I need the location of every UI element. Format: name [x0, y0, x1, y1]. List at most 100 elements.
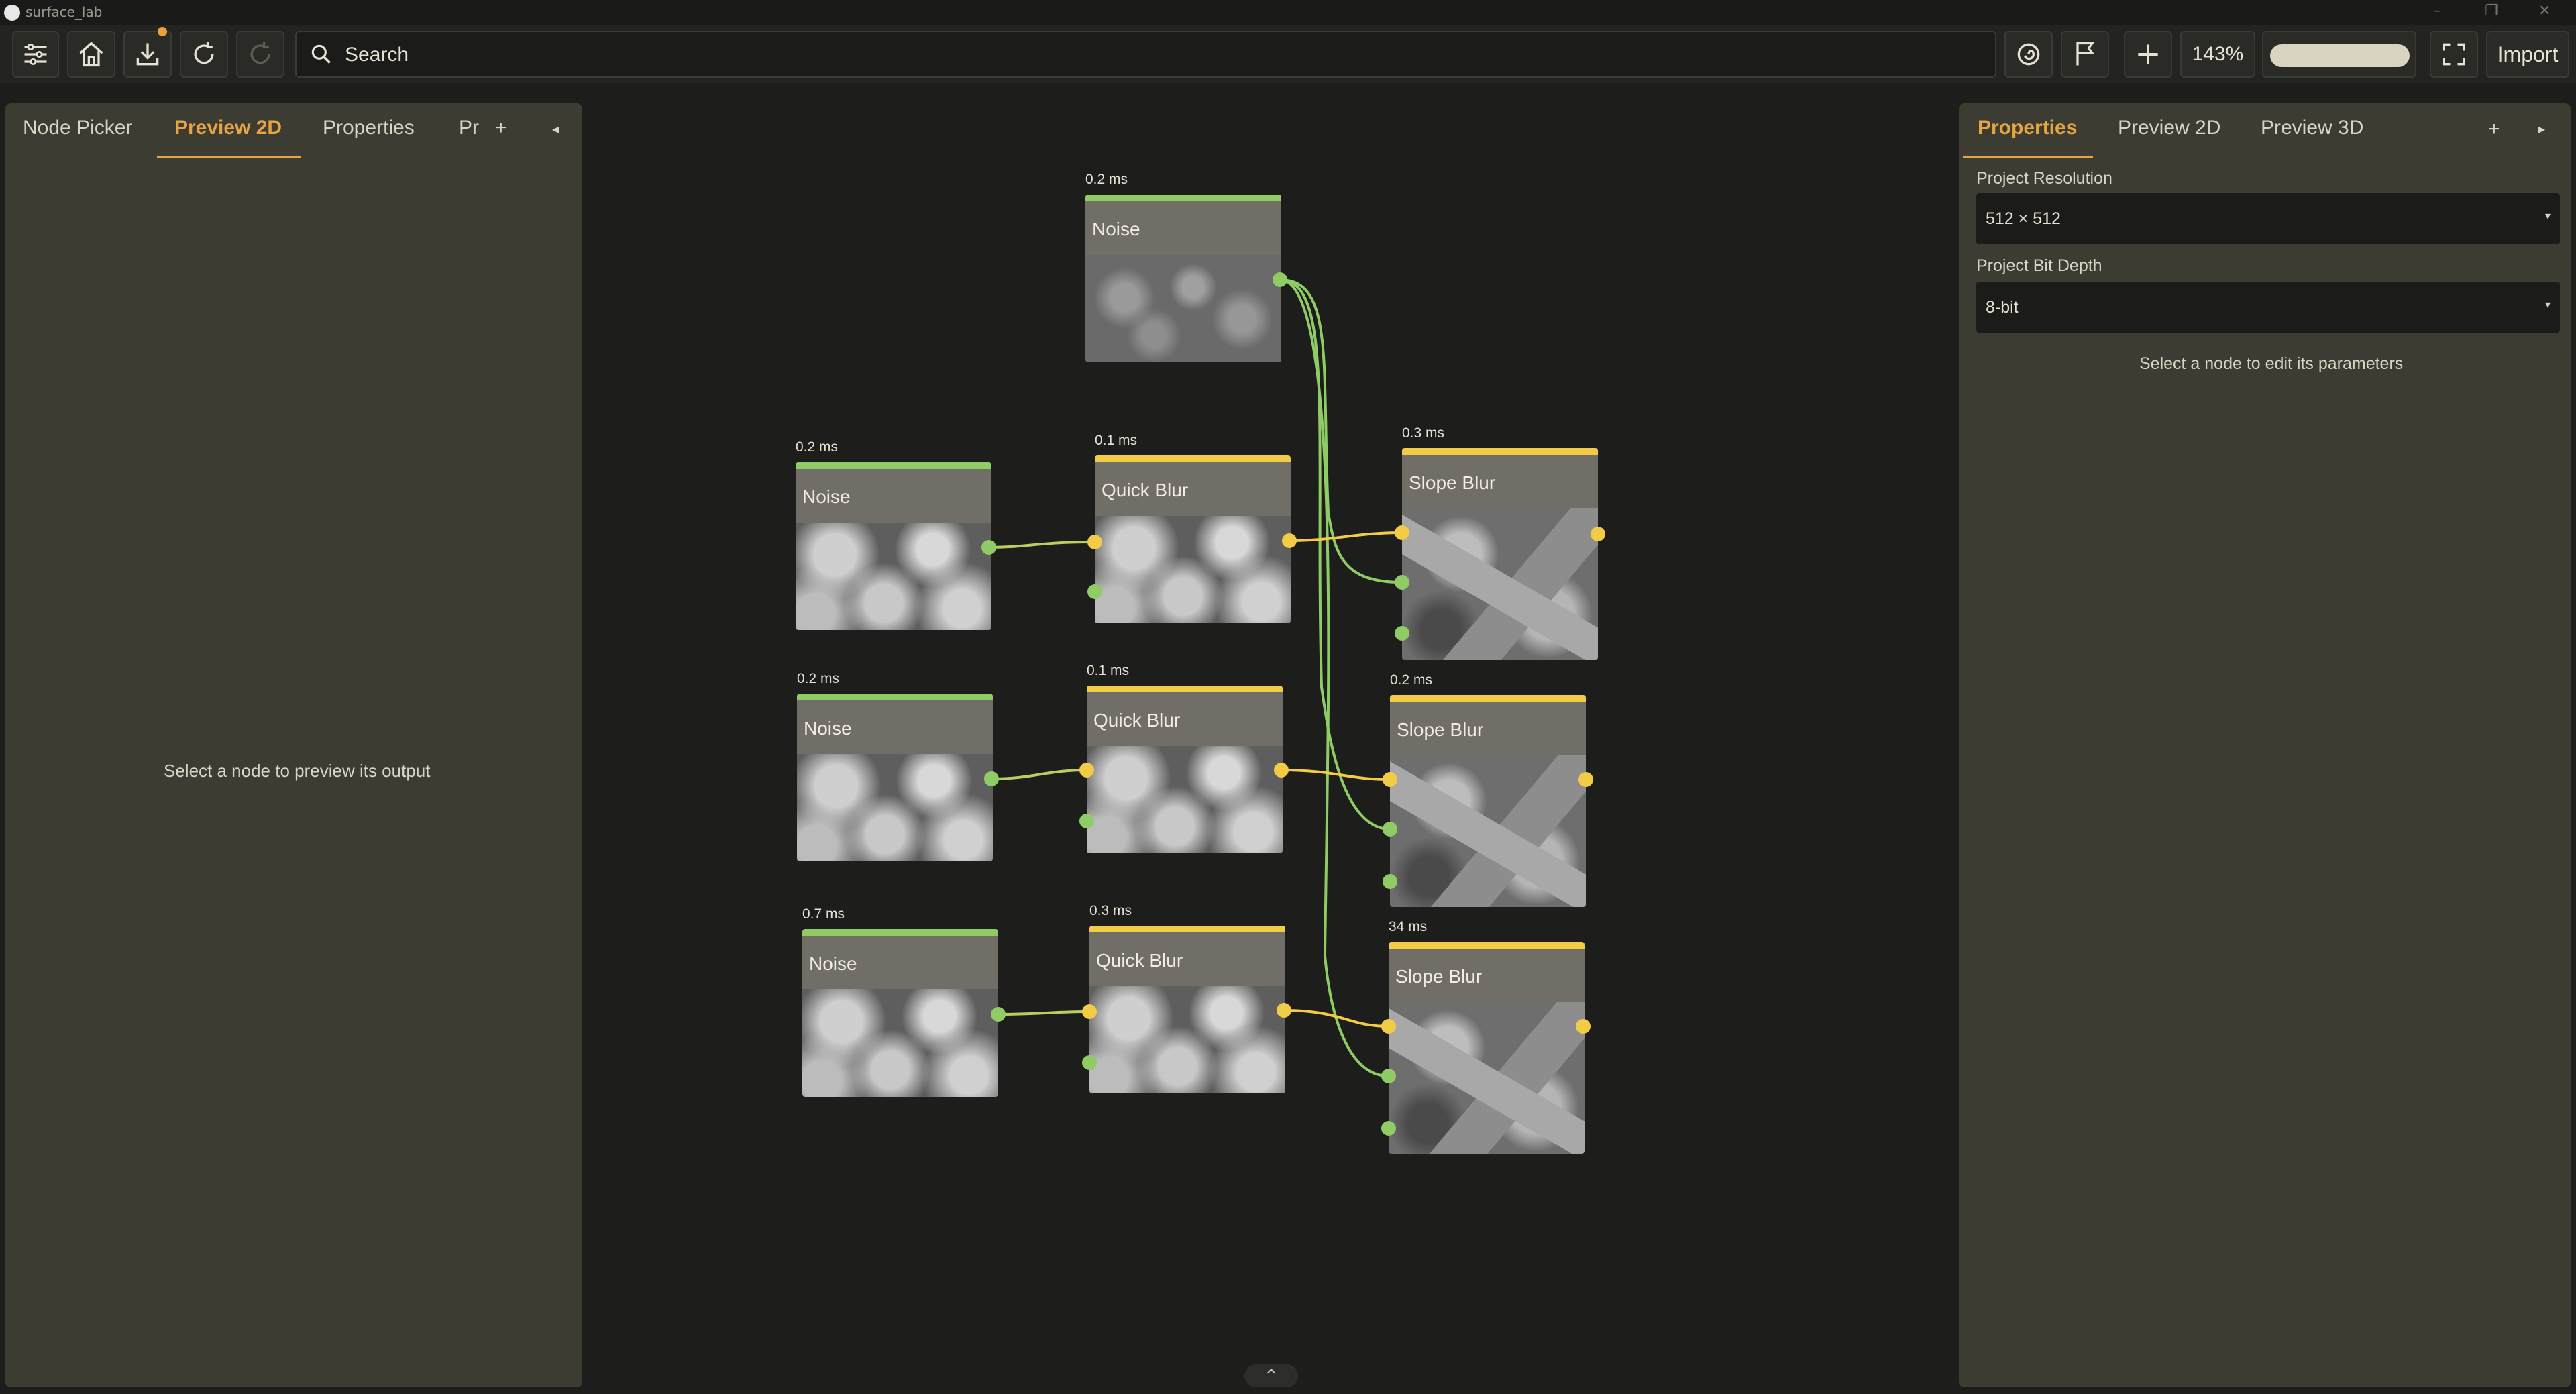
node-title: Noise: [1092, 219, 1140, 239]
active-tab-indicator-right: [1963, 156, 2093, 158]
node-slope-blur-3[interactable]: 34 ms Slope Blur: [1389, 919, 1585, 1154]
node-time: 0.1 ms: [1095, 433, 1138, 448]
node-preview: [1089, 986, 1285, 1093]
node-title: Quick Blur: [1093, 710, 1181, 731]
node-title: Noise: [804, 718, 852, 739]
import-label: Import: [2497, 42, 2559, 66]
chevron-down-icon: ▾: [2544, 211, 2551, 222]
node-preview: [1390, 755, 1586, 907]
flag-icon: [2076, 42, 2095, 66]
node-noise-1[interactable]: 0.2 ms Noise: [796, 439, 991, 630]
node-time: 0.7 ms: [802, 906, 845, 922]
node-quick-blur-3[interactable]: 0.3 ms Quick Blur: [1089, 903, 1285, 1093]
search-icon: [311, 44, 331, 64]
node-quick-blur-1[interactable]: 0.1 ms Quick Blur: [1095, 433, 1291, 623]
tab-preview-2d-right[interactable]: Preview 2D: [2118, 117, 2220, 140]
node-noise-3[interactable]: 0.7 ms Noise: [802, 906, 998, 1097]
add-icon: [2138, 44, 2158, 64]
flag-button[interactable]: [2061, 31, 2109, 78]
refresh-icon: [250, 42, 270, 64]
left-panel: Node Picker Preview 2D Properties Pr + ◂…: [5, 103, 582, 1387]
properties-empty-message: Select a node to edit its parameters: [2139, 354, 2404, 373]
menu-icon: [24, 43, 47, 66]
node-title: Noise: [809, 953, 857, 974]
restore-button[interactable]: ❐: [2485, 3, 2498, 19]
fullscreen-button[interactable]: [2430, 31, 2478, 78]
node-title: Slope Blur: [1397, 719, 1484, 740]
node-time: 0.2 ms: [1085, 172, 1128, 187]
node-time: 0.1 ms: [1087, 663, 1130, 678]
redo-button[interactable]: [180, 31, 228, 78]
node-preview: [1095, 516, 1291, 623]
right-panel: Properties Preview 2D Preview 3D + ▸ Pro…: [1959, 103, 2571, 1387]
notification-dot: [158, 27, 167, 36]
menu-button[interactable]: [12, 31, 59, 78]
tab-properties-right[interactable]: Properties: [1978, 117, 2077, 140]
search-bar[interactable]: [295, 31, 1996, 78]
node-noise-2[interactable]: 0.2 ms Noise: [797, 671, 993, 861]
node-quick-blur-2[interactable]: 0.1 ms Quick Blur: [1087, 663, 1283, 853]
node-preview: [802, 989, 998, 1097]
node-graph-canvas[interactable]: 0.2 ms Noise 0.2 ms Noise 0.1 ms Quick B…: [584, 83, 1959, 1394]
resolution-label: Project Resolution: [1976, 169, 2112, 188]
app-title: surface_lab: [25, 4, 103, 20]
add-tab-button[interactable]: +: [495, 117, 507, 140]
node-preview: [796, 523, 991, 630]
zoom-slider-track[interactable]: [2270, 44, 2410, 67]
node-slope-blur-1[interactable]: 0.3 ms Slope Blur: [1402, 425, 1598, 660]
node-title: Quick Blur: [1102, 480, 1189, 500]
node-preview: [1389, 1002, 1585, 1154]
node-noise-top[interactable]: 0.2 ms Noise: [1085, 172, 1281, 362]
active-tab-indicator: [157, 156, 301, 158]
title-bar: surface_lab – ❐ ✕: [0, 0, 2576, 25]
resolution-value: 512 × 512: [1986, 209, 2061, 228]
zoom-level: 143%: [2192, 43, 2244, 65]
chevron-down-icon: ▾: [2544, 299, 2551, 311]
redo-icon: [194, 42, 214, 64]
add-node-button[interactable]: [2124, 31, 2172, 78]
app-logo-icon: [4, 5, 20, 21]
import-button[interactable]: Import: [2486, 31, 2569, 78]
node-time: 34 ms: [1389, 919, 1428, 934]
tab-pr[interactable]: Pr: [459, 117, 479, 140]
minimize-button[interactable]: –: [2434, 3, 2441, 19]
node-title: Slope Blur: [1395, 966, 1483, 987]
node-preview: [1087, 746, 1283, 853]
download-icon: [136, 43, 159, 66]
tab-preview-2d[interactable]: Preview 2D: [174, 117, 282, 140]
node-slope-blur-2[interactable]: 0.2 ms Slope Blur: [1390, 672, 1586, 907]
node-time: 0.3 ms: [1402, 425, 1445, 441]
home-button[interactable]: [67, 31, 115, 78]
add-tab-button-right[interactable]: +: [2488, 118, 2500, 141]
graph-button[interactable]: [2004, 31, 2053, 78]
node-time: 0.2 ms: [1390, 672, 1433, 688]
node-preview: [1402, 508, 1598, 660]
node-time: 0.2 ms: [796, 439, 839, 455]
fullscreen-icon: [2443, 43, 2465, 66]
search-input[interactable]: [343, 38, 1956, 72]
home-icon: [79, 42, 103, 67]
node-time: 0.3 ms: [1089, 903, 1132, 918]
node-title: Noise: [802, 486, 851, 507]
tab-preview-3d[interactable]: Preview 3D: [2261, 117, 2363, 140]
node-title: Quick Blur: [1096, 950, 1183, 971]
download-button[interactable]: [123, 31, 172, 78]
tab-node-picker[interactable]: Node Picker: [23, 117, 132, 140]
node-title: Slope Blur: [1409, 472, 1496, 493]
node-preview: [1085, 255, 1281, 362]
zoom-level-button[interactable]: 143%: [2180, 31, 2255, 78]
resolution-select[interactable]: 512 × 512 ▾: [1976, 193, 2560, 244]
tab-properties[interactable]: Properties: [323, 117, 415, 140]
refresh-button[interactable]: [236, 31, 284, 78]
node-preview: [797, 754, 993, 861]
bitdepth-label: Project Bit Depth: [1976, 256, 2102, 275]
collapse-left-icon[interactable]: ◂: [552, 121, 559, 138]
bottom-panel-handle[interactable]: ^: [1244, 1364, 1298, 1387]
collapse-right-icon[interactable]: ▸: [2538, 121, 2545, 138]
node-time: 0.2 ms: [797, 671, 840, 686]
close-button[interactable]: ✕: [2538, 3, 2551, 19]
bitdepth-value: 8-bit: [1986, 298, 2019, 317]
graph-icon: [2017, 43, 2040, 66]
preview-empty-message: Select a node to preview its output: [164, 761, 431, 781]
bitdepth-select[interactable]: 8-bit ▾: [1976, 282, 2560, 333]
